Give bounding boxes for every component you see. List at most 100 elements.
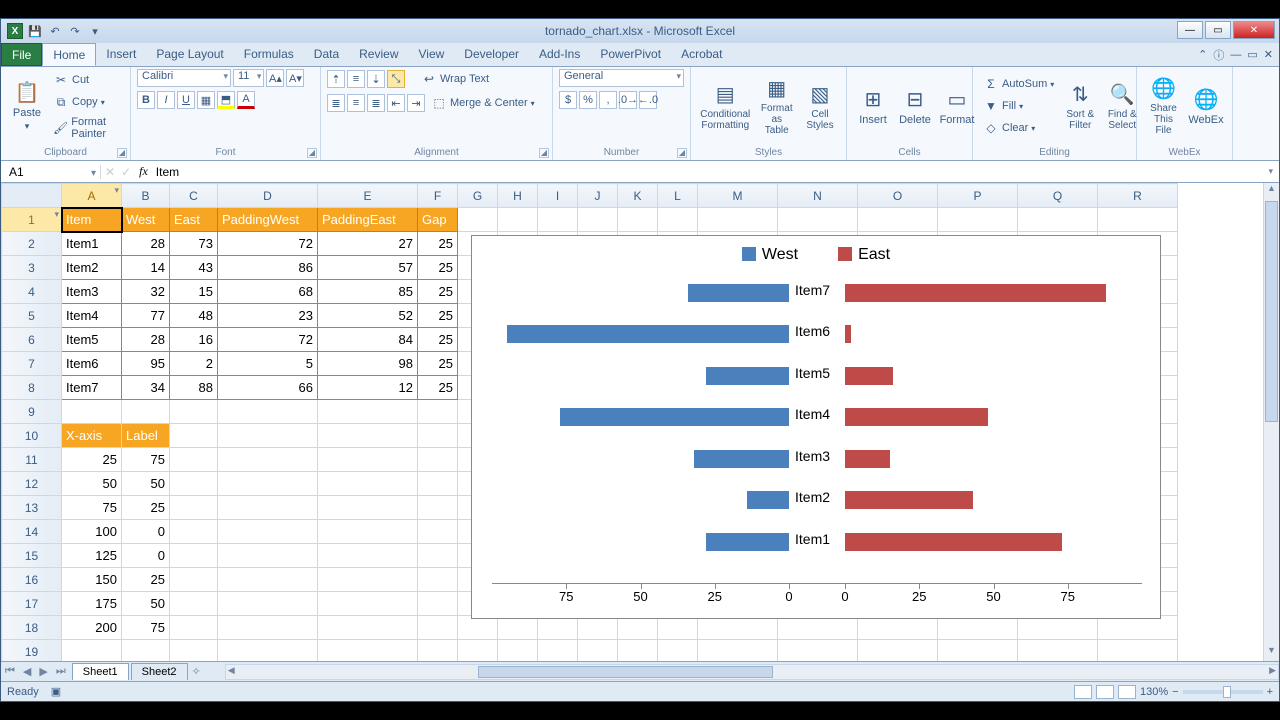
cell[interactable] [218, 640, 318, 662]
autosum-button[interactable]: ΣAutoSum▾ [979, 74, 1058, 94]
decrease-indent-button[interactable]: ⇤ [387, 94, 405, 112]
fill-color-button[interactable]: ⬒ [217, 91, 235, 109]
cell[interactable]: 25 [418, 256, 458, 280]
share-file-button[interactable]: 🌐Share This File [1143, 74, 1184, 138]
horizontal-scrollbar[interactable]: ◀ ▶ [225, 664, 1279, 680]
cell[interactable]: 52 [318, 304, 418, 328]
row-header[interactable]: 10 [2, 424, 62, 448]
cell[interactable] [1018, 208, 1098, 232]
cell[interactable]: 85 [318, 280, 418, 304]
cell[interactable] [418, 400, 458, 424]
cell[interactable] [858, 616, 938, 640]
normal-view-button[interactable] [1074, 685, 1092, 699]
cell[interactable]: Label [122, 424, 170, 448]
number-format-select[interactable]: General [559, 69, 684, 87]
cell[interactable]: 75 [122, 616, 170, 640]
column-header[interactable]: B [122, 184, 170, 208]
wrap-text-button[interactable]: ↩Wrap Text [417, 69, 493, 89]
column-header[interactable]: F [418, 184, 458, 208]
column-header[interactable]: Q [1018, 184, 1098, 208]
cell[interactable] [318, 472, 418, 496]
cell[interactable] [170, 448, 218, 472]
dialog-launcher-icon[interactable]: ◢ [677, 148, 687, 158]
insert-cells-button[interactable]: ⊞Insert [853, 85, 893, 128]
cell[interactable] [218, 616, 318, 640]
tab-powerpivot[interactable]: PowerPivot [590, 43, 671, 66]
cell[interactable]: 88 [170, 376, 218, 400]
column-header[interactable]: L [658, 184, 698, 208]
cell[interactable]: 34 [122, 376, 170, 400]
scrollbar-thumb[interactable] [478, 666, 773, 678]
page-layout-view-button[interactable] [1096, 685, 1114, 699]
cell[interactable] [658, 208, 698, 232]
cell[interactable] [778, 616, 858, 640]
cell[interactable] [218, 496, 318, 520]
last-sheet-icon[interactable]: ⏭ [52, 665, 70, 678]
cell[interactable]: 5 [218, 352, 318, 376]
column-header[interactable]: A [62, 184, 122, 208]
cell[interactable]: 75 [122, 448, 170, 472]
column-header[interactable]: R [1098, 184, 1178, 208]
cell[interactable]: 95 [122, 352, 170, 376]
cell[interactable] [698, 208, 778, 232]
column-header[interactable]: P [938, 184, 1018, 208]
tab-view[interactable]: View [409, 43, 455, 66]
cell[interactable]: 50 [62, 472, 122, 496]
column-header[interactable]: E [318, 184, 418, 208]
row-header[interactable]: 16 [2, 568, 62, 592]
cell[interactable] [418, 640, 458, 662]
cell[interactable] [170, 424, 218, 448]
conditional-formatting-button[interactable]: ▤Conditional Formatting [697, 80, 754, 133]
cell[interactable]: 73 [170, 232, 218, 256]
name-box[interactable]: A1 [1, 165, 101, 179]
cell[interactable] [1018, 640, 1098, 662]
cell[interactable]: Item5 [62, 328, 122, 352]
undo-icon[interactable]: ↶ [47, 23, 63, 39]
dialog-launcher-icon[interactable]: ◢ [117, 148, 127, 158]
cell[interactable] [938, 208, 1018, 232]
cell[interactable] [218, 424, 318, 448]
format-painter-button[interactable]: 🖌Format Painter [49, 114, 124, 142]
cell[interactable]: 25 [418, 304, 458, 328]
cell[interactable] [122, 400, 170, 424]
save-icon[interactable]: 💾 [27, 23, 43, 39]
cell[interactable] [658, 616, 698, 640]
scroll-left-icon[interactable]: ◀ [228, 665, 235, 676]
orientation-button[interactable]: ⤡ [387, 70, 405, 88]
cell[interactable] [318, 592, 418, 616]
cell[interactable] [418, 592, 458, 616]
minimize-ribbon-icon[interactable]: ⌃ [1198, 48, 1207, 61]
tab-data[interactable]: Data [304, 43, 349, 66]
cell[interactable] [62, 640, 122, 662]
row-header[interactable]: 13 [2, 496, 62, 520]
inner-close-icon[interactable]: ✕ [1264, 48, 1273, 61]
cell[interactable] [498, 640, 538, 662]
scroll-right-icon[interactable]: ▶ [1269, 665, 1276, 676]
cell[interactable]: 25 [122, 496, 170, 520]
cell[interactable]: 25 [418, 352, 458, 376]
cell[interactable]: 75 [62, 496, 122, 520]
cell[interactable]: 25 [418, 232, 458, 256]
cell[interactable] [498, 208, 538, 232]
tab-developer[interactable]: Developer [454, 43, 529, 66]
format-as-table-button[interactable]: ▦Format as Table [756, 74, 798, 138]
cell[interactable]: 72 [218, 232, 318, 256]
row-header[interactable]: 19 [2, 640, 62, 662]
macro-record-icon[interactable]: ▣ [51, 685, 61, 698]
tab-file[interactable]: File [1, 43, 42, 66]
spreadsheet-grid[interactable]: ABCDEFGHIJKLMNOPQR1ItemWestEastPaddingWe… [1, 183, 1279, 661]
align-top-button[interactable]: ⇡ [327, 70, 345, 88]
cell[interactable] [318, 448, 418, 472]
row-header[interactable]: 7 [2, 352, 62, 376]
row-header[interactable]: 18 [2, 616, 62, 640]
cell[interactable]: 50 [122, 592, 170, 616]
cell[interactable] [318, 400, 418, 424]
cell[interactable] [498, 616, 538, 640]
tab-review[interactable]: Review [349, 43, 408, 66]
align-middle-button[interactable]: ≡ [347, 70, 365, 88]
cell[interactable] [318, 496, 418, 520]
cell[interactable] [618, 640, 658, 662]
row-header[interactable]: 6 [2, 328, 62, 352]
cell[interactable] [418, 544, 458, 568]
bold-button[interactable]: B [137, 91, 155, 109]
